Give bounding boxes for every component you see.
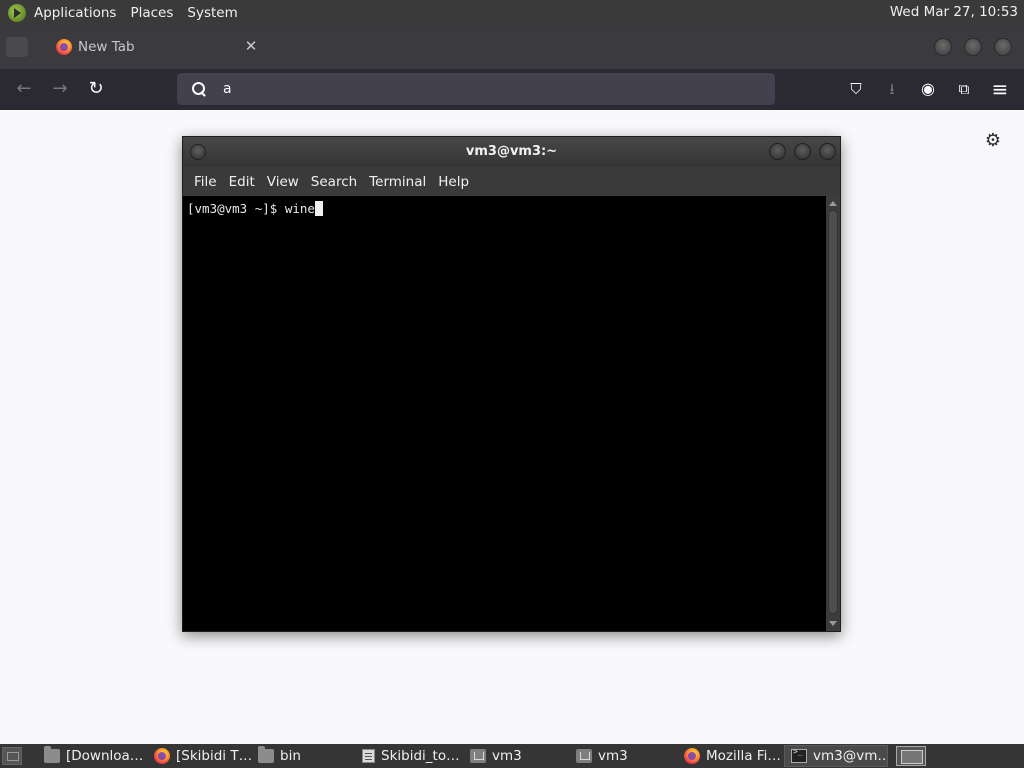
terminal-titlebar[interactable]: vm3@vm3:~	[183, 137, 840, 167]
distro-logo-icon[interactable]	[8, 3, 26, 22]
folder-icon	[44, 746, 60, 763]
taskbar-item-label: [Skibidi T…	[176, 748, 252, 764]
firefox-icon	[154, 748, 170, 764]
forward-icon[interactable]: →	[48, 77, 72, 101]
terminal-prompt: [vm3@vm3 ~]$	[187, 201, 285, 216]
terminal-close-button[interactable]	[819, 143, 836, 160]
taskbar-item-mozilla-firefox[interactable]: Mozilla Fi…	[678, 745, 784, 767]
taskbar-item-label: Mozilla Fi…	[706, 748, 781, 764]
terminal-menu-file[interactable]: File	[194, 174, 217, 190]
scrollbar-thumb[interactable]	[828, 210, 838, 614]
extensions-icon[interactable]: ⧉	[952, 77, 976, 101]
tab-new-tab[interactable]: New Tab ✕	[40, 31, 270, 63]
terminal-command: wine	[284, 201, 315, 216]
taskbar-item-label: vm3	[492, 748, 522, 764]
terminal-prompt-line: [vm3@vm3 ~]$ wine	[187, 201, 323, 216]
scroll-up-arrow-icon[interactable]	[829, 201, 837, 206]
folder-icon	[258, 746, 274, 763]
terminal-icon	[791, 747, 807, 763]
tab-title: New Tab	[78, 39, 135, 55]
download-icon[interactable]: ⭳	[880, 77, 904, 101]
tab-overflow-icon[interactable]	[6, 37, 28, 57]
terminal-menu-terminal[interactable]: Terminal	[369, 174, 426, 190]
show-desktop-button[interactable]	[2, 747, 22, 765]
terminal-title: vm3@vm3:~	[465, 144, 558, 159]
clock[interactable]: Wed Mar 27, 10:53	[890, 0, 1018, 25]
url-input[interactable]: a	[223, 81, 232, 97]
terminal-maximize-button[interactable]	[794, 143, 811, 160]
top-panel: Applications Places System Wed Mar 27, 1…	[0, 0, 1024, 25]
back-icon[interactable]: ←	[12, 77, 36, 101]
home-folder-icon	[470, 749, 486, 763]
top-panel-menus: Applications Places System	[0, 0, 252, 25]
browser-navbar: ← → ↻ a ⛉ ⭳ ◉ ⧉ ≡	[0, 69, 1024, 110]
document-icon	[362, 749, 375, 763]
browser-tabbar: New Tab ✕	[0, 25, 1024, 69]
reload-icon[interactable]: ↻	[84, 77, 108, 101]
system-menu[interactable]: System	[187, 5, 237, 21]
terminal-scrollbar[interactable]	[826, 196, 840, 631]
hamburger-menu-icon[interactable]: ≡	[988, 77, 1012, 101]
taskbar-item-label: Skibidi_to…	[381, 748, 460, 764]
terminal-menubar: File Edit View Search Terminal Help	[183, 167, 840, 196]
home-folder-icon	[576, 749, 592, 763]
new-tab-icon[interactable]	[280, 39, 296, 55]
taskbar-item-label: [Downloa…	[66, 748, 144, 764]
tab-close-icon[interactable]: ✕	[242, 37, 260, 55]
terminal-menu-help[interactable]: Help	[438, 174, 469, 190]
terminal-minimize-button[interactable]	[769, 143, 786, 160]
terminal-output[interactable]: [vm3@vm3 ~]$ wine	[183, 196, 826, 631]
taskbar-item-skibidi-browser[interactable]: [Skibidi T…	[148, 745, 252, 767]
maximize-button[interactable]	[964, 38, 982, 56]
scroll-down-arrow-icon[interactable]	[829, 621, 837, 626]
taskbar-item-label: vm3	[598, 748, 628, 764]
applications-menu[interactable]: Applications	[34, 5, 116, 21]
pocket-icon[interactable]: ⛉	[844, 77, 868, 101]
taskbar-item-bin[interactable]: bin	[252, 745, 356, 767]
firefox-icon	[56, 39, 72, 55]
bottom-taskbar: [Downloa… [Skibidi T… bin Skibidi_to… vm…	[0, 744, 1024, 768]
terminal-window-controls	[769, 143, 836, 160]
taskbar-item-downloads[interactable]: [Downloa…	[38, 745, 148, 767]
taskbar-item-vm3-home-2[interactable]: vm3	[570, 745, 678, 767]
search-icon	[191, 81, 207, 97]
taskbar-item-skibidi-document[interactable]: Skibidi_to…	[356, 745, 464, 767]
url-bar[interactable]: a	[177, 73, 775, 105]
account-icon[interactable]: ◉	[916, 77, 940, 101]
places-menu[interactable]: Places	[130, 5, 173, 21]
browser-window-controls	[934, 38, 1012, 56]
terminal-cursor	[314, 201, 323, 216]
terminal-menu-search[interactable]: Search	[311, 174, 357, 190]
firefox-icon	[684, 748, 700, 764]
taskbar-item-label: bin	[280, 748, 301, 764]
taskbar-item-vm3-home[interactable]: vm3	[464, 745, 570, 767]
close-button[interactable]	[994, 38, 1012, 56]
taskbar-item-terminal[interactable]: vm3@vm…	[784, 745, 888, 767]
window-menu-button[interactable]	[190, 144, 206, 160]
gear-icon[interactable]: ⚙	[984, 132, 1002, 150]
workspace-switcher[interactable]	[896, 746, 926, 766]
terminal-menu-view[interactable]: View	[267, 174, 299, 190]
minimize-button[interactable]	[934, 38, 952, 56]
terminal-menu-edit[interactable]: Edit	[229, 174, 255, 190]
taskbar-item-label: vm3@vm…	[813, 748, 888, 764]
terminal-window: vm3@vm3:~ File Edit View Search Terminal…	[182, 136, 841, 632]
